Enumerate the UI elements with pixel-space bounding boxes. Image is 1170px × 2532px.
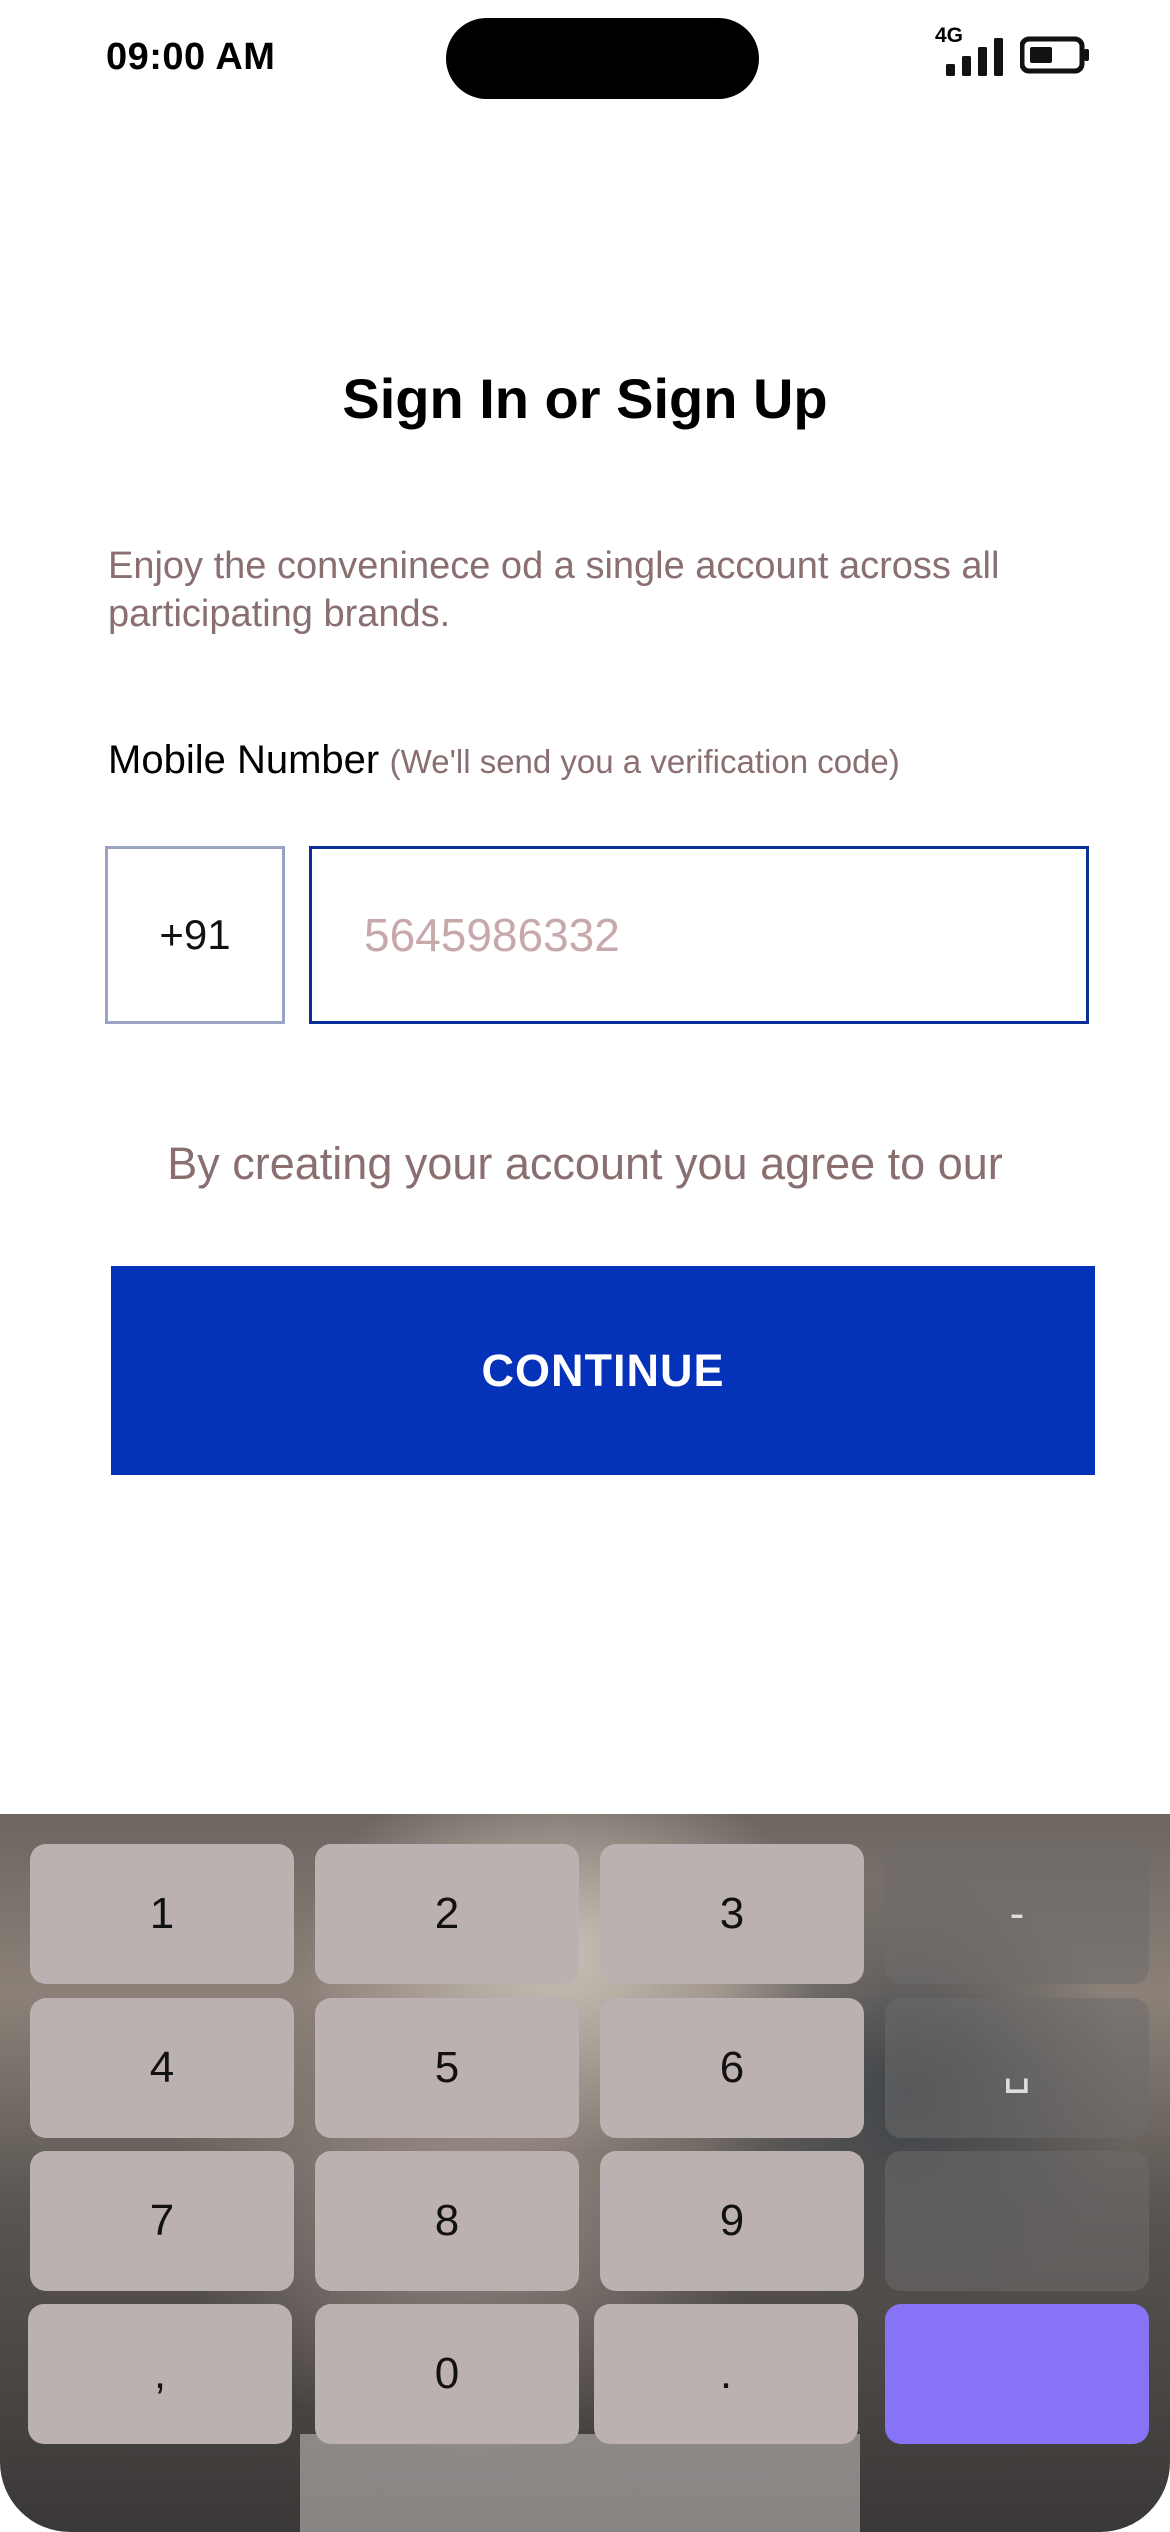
key-0[interactable]: 0 bbox=[315, 2304, 579, 2444]
terms-text: By creating your account you agree to ou… bbox=[167, 1138, 1003, 1189]
status-time: 09:00 AM bbox=[106, 36, 276, 78]
key-3[interactable]: 3 bbox=[600, 1844, 864, 1984]
key-1[interactable]: 1 bbox=[30, 1844, 294, 1984]
verification-hint: (We'll send you a verification code) bbox=[389, 743, 900, 780]
key-6[interactable]: 6 bbox=[600, 1998, 864, 2138]
key-delete[interactable] bbox=[885, 2151, 1149, 2291]
battery-icon bbox=[1020, 36, 1089, 74]
mobile-field-label-row: Mobile Number (We'll send you a verifica… bbox=[108, 738, 900, 783]
dynamic-island bbox=[446, 18, 759, 99]
mobile-number-label: Mobile Number bbox=[108, 738, 380, 782]
key-5[interactable]: 5 bbox=[315, 1998, 579, 2138]
country-code-selector[interactable]: +91 bbox=[105, 846, 285, 1024]
signal-icon bbox=[946, 38, 1003, 76]
key-period[interactable]: . bbox=[594, 2304, 858, 2444]
key-4[interactable]: 4 bbox=[30, 1998, 294, 2138]
key-comma[interactable]: , bbox=[28, 2304, 292, 2444]
intro-text: Enjoy the conveninece od a single accoun… bbox=[108, 545, 1000, 635]
continue-button[interactable]: CONTINUE bbox=[111, 1266, 1095, 1475]
keyboard-background-photo bbox=[300, 2434, 860, 2532]
key-7[interactable]: 7 bbox=[30, 2151, 294, 2291]
page-title: Sign In or Sign Up bbox=[342, 367, 828, 430]
key-minus[interactable]: - bbox=[885, 1844, 1149, 1984]
key-8[interactable]: 8 bbox=[315, 2151, 579, 2291]
key-9[interactable]: 9 bbox=[600, 2151, 864, 2291]
key-2[interactable]: 2 bbox=[315, 1844, 579, 1984]
key-space[interactable]: ␣ bbox=[885, 1998, 1149, 2138]
mobile-number-input[interactable] bbox=[309, 846, 1089, 1024]
key-done[interactable] bbox=[885, 2304, 1149, 2444]
numeric-keyboard: 1 2 3 - 4 5 6 ␣ 7 8 9 , 0 . bbox=[0, 1814, 1170, 2532]
status-bar: 09:00 AM 4G bbox=[0, 0, 1170, 120]
